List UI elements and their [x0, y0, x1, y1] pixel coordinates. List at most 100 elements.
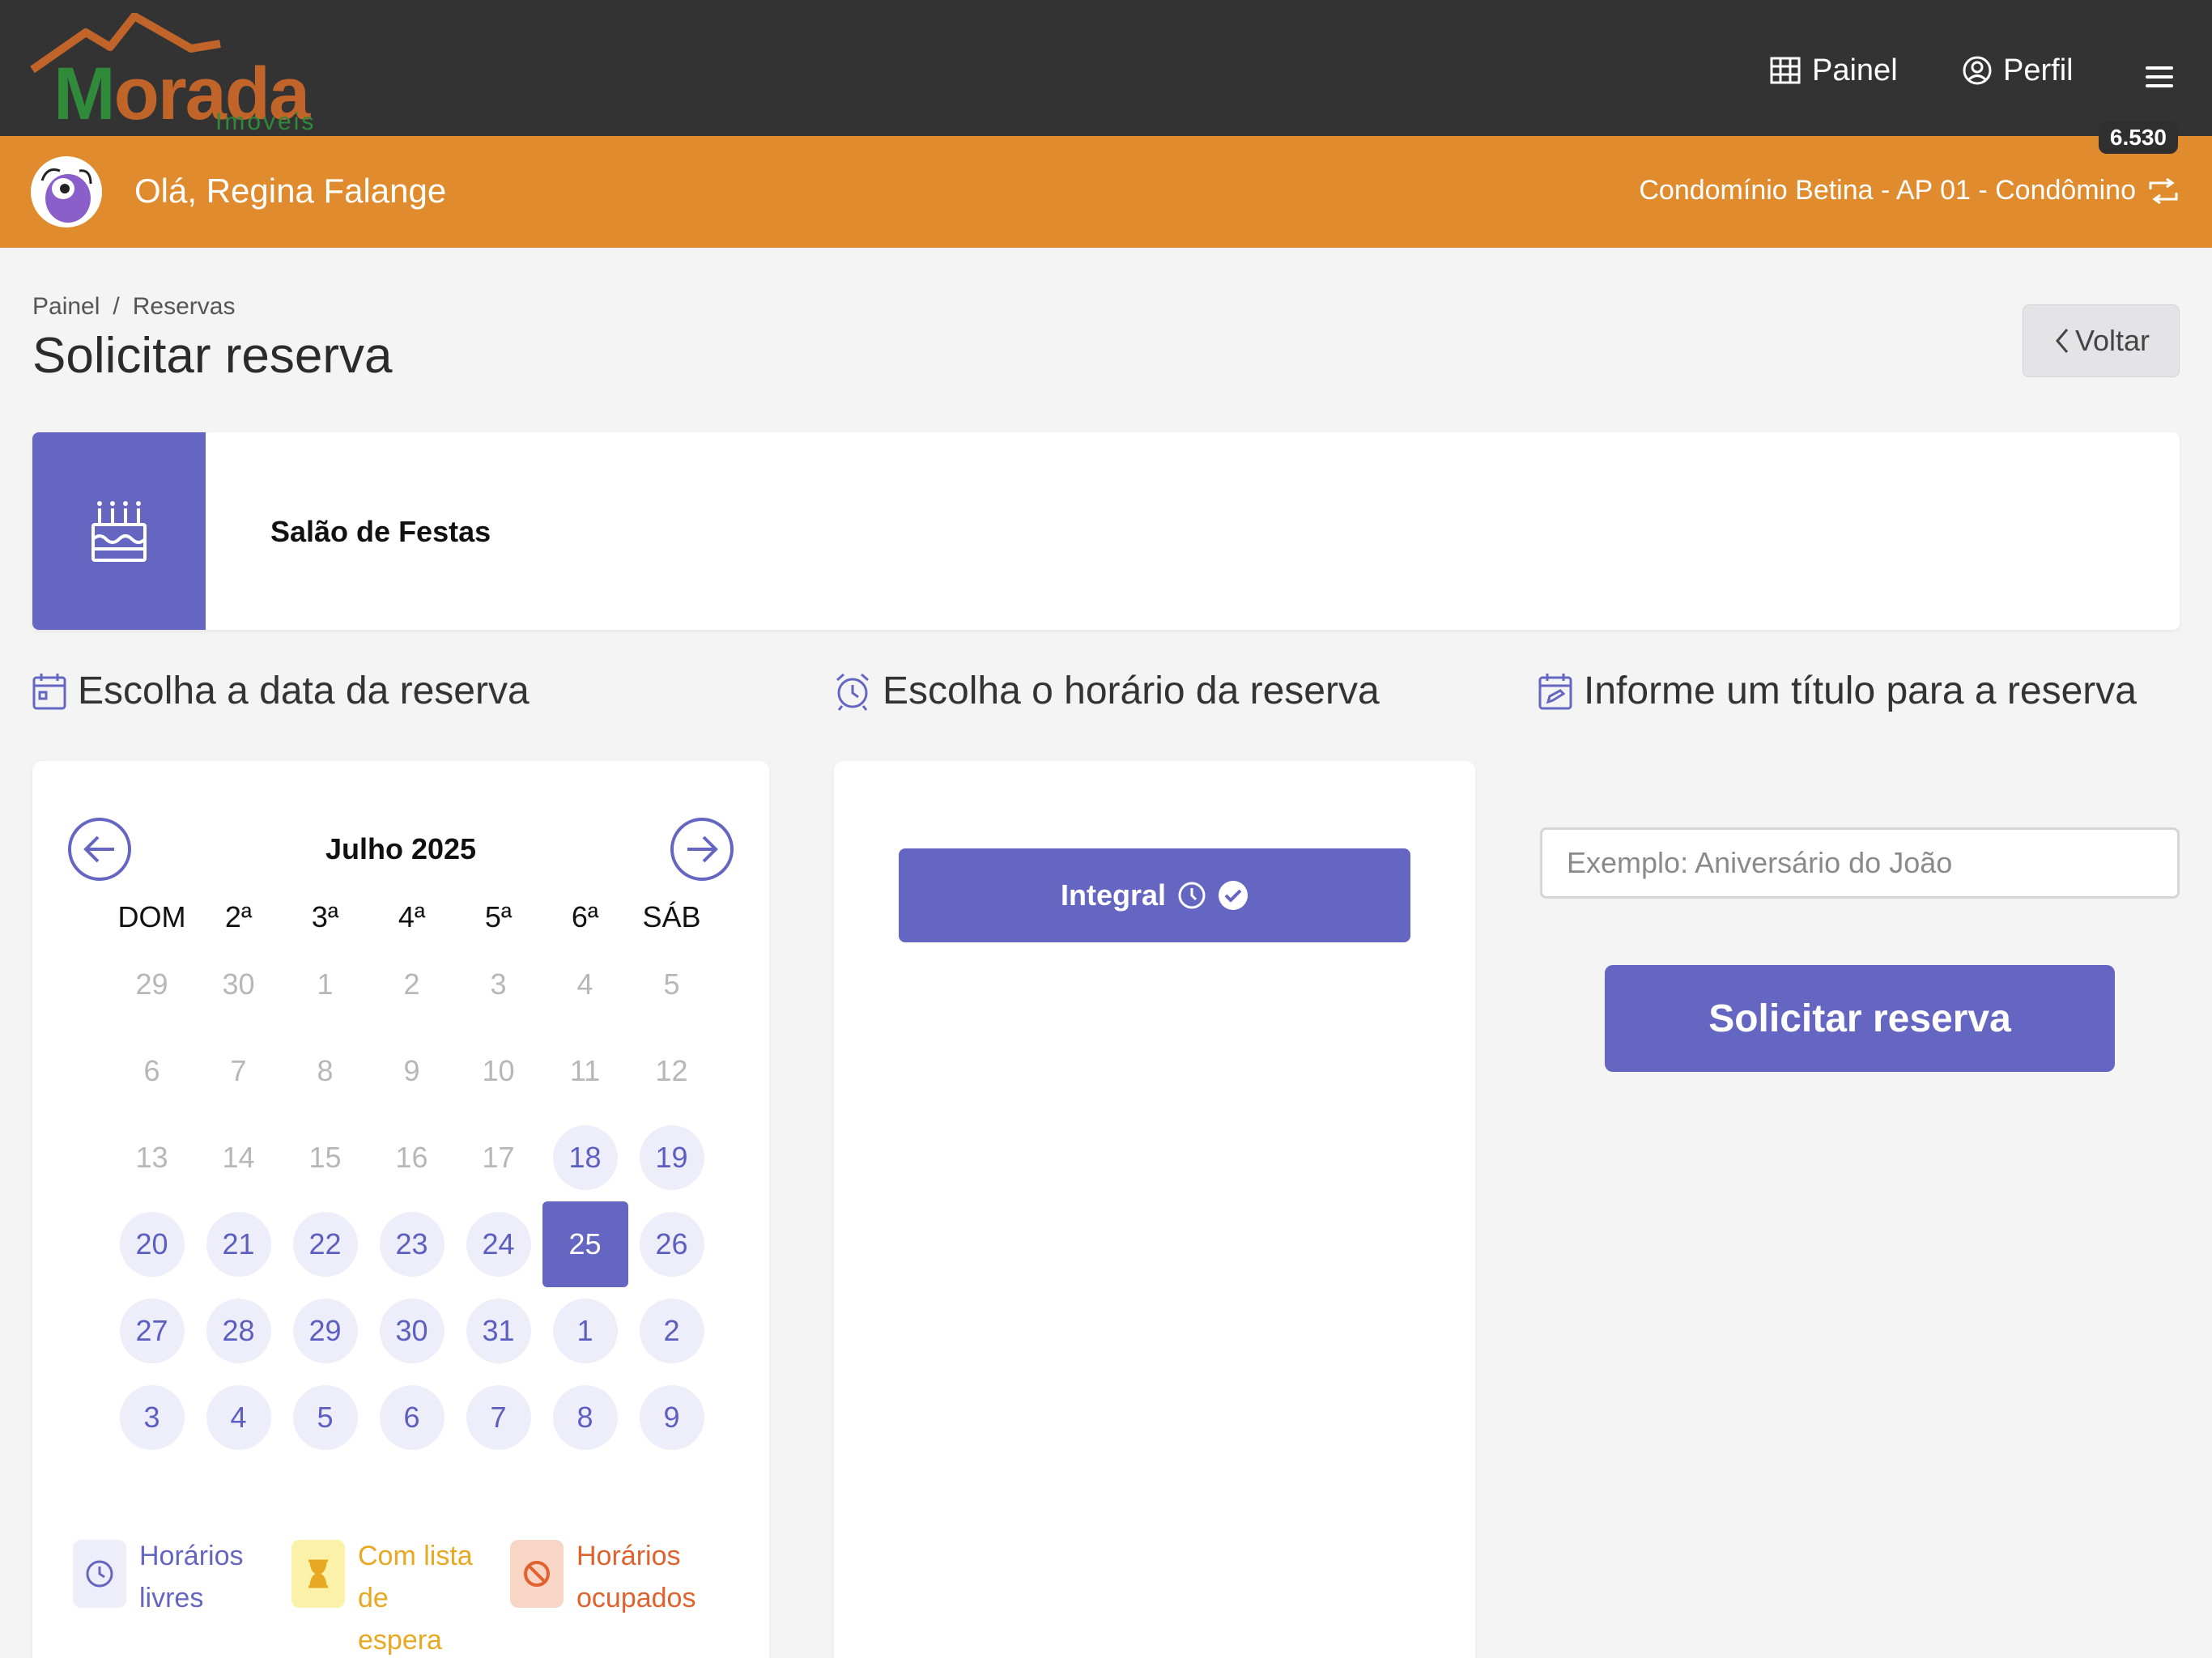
avatar[interactable] — [31, 156, 102, 227]
calendar-day[interactable]: 19 — [639, 1124, 704, 1190]
weekday-label: SÁB — [642, 900, 701, 933]
calendar-day[interactable]: 18 — [552, 1124, 618, 1190]
reservation-title-input[interactable] — [1540, 827, 2180, 899]
legend-free-line1: Horários — [139, 1541, 244, 1571]
weekday-label: 5ª — [484, 900, 513, 933]
calendar-day[interactable]: 22 — [292, 1211, 358, 1277]
facility-icon-box — [32, 432, 206, 630]
calendar-day[interactable]: 30 — [379, 1298, 445, 1363]
weekday-label: 3ª — [311, 900, 339, 933]
alarm-clock-icon — [836, 673, 869, 711]
weekday-label: 4ª — [398, 900, 426, 933]
calendar-day[interactable]: 2 — [639, 1298, 704, 1363]
calendar-day: 8 — [317, 1053, 334, 1087]
timeslot-label: Integral — [1060, 878, 1167, 912]
calendar-day[interactable]: 4 — [206, 1384, 271, 1450]
calendar-day[interactable]: 9 — [639, 1384, 704, 1450]
calendar-grid: DOM 2ª 3ª 4ª 5ª 6ª SÁB 29 30 1 2 3 4 5 6 7 8 9 10 11… — [108, 900, 716, 1460]
calendar-day: 15 — [308, 1140, 342, 1174]
page-title: Solicitar reserva — [32, 328, 393, 384]
calendar-day[interactable]: 3 — [119, 1384, 185, 1450]
calendar-day: 11 — [569, 1053, 601, 1087]
calendar-day[interactable]: 28 — [206, 1298, 271, 1363]
calendar-day[interactable]: 7 — [466, 1384, 531, 1450]
ban-icon — [524, 1561, 550, 1587]
calendar-day[interactable]: 6 — [379, 1384, 445, 1450]
legend-free-line2: livres — [139, 1583, 204, 1613]
calendar-day[interactable]: 8 — [552, 1384, 618, 1450]
condo-switcher[interactable]: Condomínio Betina - AP 01 - Condômino — [1639, 175, 2180, 206]
facility-card: Salão de Festas — [32, 432, 2180, 630]
calendar-day: 12 — [655, 1053, 688, 1087]
legend-free: Horários livres — [73, 1540, 291, 1658]
nav-painel[interactable]: Painel — [1770, 50, 1898, 91]
calendar-day: 30 — [222, 967, 255, 1001]
morada-logo[interactable]: Morada Imoveis — [29, 13, 337, 135]
calendar-week-row: 3456789 — [108, 1374, 716, 1460]
calendar-day: 17 — [482, 1140, 515, 1174]
hourglass-icon — [308, 1559, 328, 1588]
legend-waitlist-text: Com lista de espera — [358, 1535, 510, 1658]
calendar-day: 6 — [143, 1053, 160, 1087]
calendar-week-row: 27 28 29 30 31 1 2 — [108, 1287, 716, 1374]
points-badge: 6.530 — [2098, 121, 2178, 154]
nav-perfil[interactable]: Perfil — [1963, 50, 2074, 91]
submit-reservation-button[interactable]: Solicitar reserva — [1605, 965, 2115, 1072]
calendar-day[interactable]: 31 — [466, 1298, 531, 1363]
calendar-day: 2 — [403, 967, 420, 1001]
time-section-heading: Escolha o horário da reserva — [834, 669, 1380, 713]
calendar-icon — [32, 673, 66, 709]
hamburger-menu-icon[interactable] — [2146, 57, 2173, 97]
user-bar: Olá, Regina Falange Condomínio Betina - … — [0, 136, 2212, 248]
legend-busy-icon-box — [510, 1540, 564, 1608]
legend-free-icon-box — [73, 1540, 126, 1608]
calendar-week-row: 29 30 1 2 3 4 5 — [108, 941, 716, 1027]
condo-label: Condomínio Betina - AP 01 - Condômino — [1639, 175, 2136, 206]
breadcrumb-separator: / — [113, 293, 120, 320]
calendar-day: 14 — [222, 1140, 255, 1174]
calendar-week-row: 6 7 8 9 10 11 12 — [108, 1027, 716, 1114]
calendar-day[interactable]: 26 — [639, 1211, 704, 1277]
calendar-month: Julho 2025 — [325, 832, 477, 865]
top-navbar: Morada Imoveis Painel Perfil — [0, 0, 2212, 136]
calendar-days: 29 30 1 2 3 4 5 6 7 8 9 10 11 12 13 14 15 16 17 18 19 20 21 22 2… — [108, 941, 716, 1460]
logo-subtitle: Imoveis — [215, 108, 317, 135]
monster-avatar-icon — [40, 168, 92, 223]
legend-waitlist-icon-box — [291, 1540, 345, 1608]
calendar-legend: Horários livres Com lista de espera Horá… — [73, 1540, 737, 1658]
calendar-day-selected[interactable]: 25 — [542, 1201, 628, 1287]
calendar-day: 29 — [135, 967, 168, 1001]
date-section-heading: Escolha a data da reserva — [32, 669, 530, 713]
back-button[interactable]: Voltar — [2023, 304, 2180, 377]
time-section-title: Escolha o horário da reserva — [883, 670, 1380, 712]
calendar-day: 16 — [395, 1140, 428, 1174]
calendar-week-row: 13 14 15 16 17 18 19 — [108, 1114, 716, 1201]
calendar-day[interactable]: 20 — [119, 1211, 185, 1277]
breadcrumb-reservas[interactable]: Reservas — [133, 293, 236, 321]
calendar-day[interactable]: 5 — [292, 1384, 358, 1450]
clock-icon — [1178, 882, 1206, 909]
arrow-right-icon — [687, 835, 718, 863]
calendar-day: 1 — [317, 967, 334, 1001]
date-section-title: Escolha a data da reserva — [78, 670, 530, 712]
check-circle-icon — [1219, 881, 1249, 910]
calendar-day: 7 — [230, 1053, 247, 1087]
breadcrumb-painel[interactable]: Painel — [32, 293, 100, 321]
next-month-button[interactable] — [670, 818, 734, 881]
weekday-header: DOM 2ª 3ª 4ª 5ª 6ª SÁB — [108, 900, 716, 941]
calendar-day[interactable]: 27 — [119, 1298, 185, 1363]
weekday-label: DOM — [117, 900, 186, 933]
legend-waitlist-line2: espera — [358, 1625, 442, 1656]
user-circle-icon — [1963, 56, 1992, 85]
nav-perfil-label: Perfil — [2003, 53, 2074, 87]
calendar-day[interactable]: 23 — [379, 1211, 445, 1277]
calendar-day[interactable]: 21 — [206, 1211, 271, 1277]
timeslot-integral-button[interactable]: Integral — [899, 848, 1410, 942]
back-button-label: Voltar — [2074, 324, 2150, 357]
calendar-day[interactable]: 29 — [292, 1298, 358, 1363]
calendar-card: Julho 2025 DOM 2ª 3ª 4ª 5ª 6ª SÁB 29 30 1 2… — [32, 761, 769, 1658]
weekday-label: 2ª — [224, 900, 253, 933]
calendar-day[interactable]: 24 — [466, 1211, 531, 1277]
calendar-day[interactable]: 1 — [552, 1298, 618, 1363]
legend-busy-line1: Horários — [576, 1541, 681, 1571]
